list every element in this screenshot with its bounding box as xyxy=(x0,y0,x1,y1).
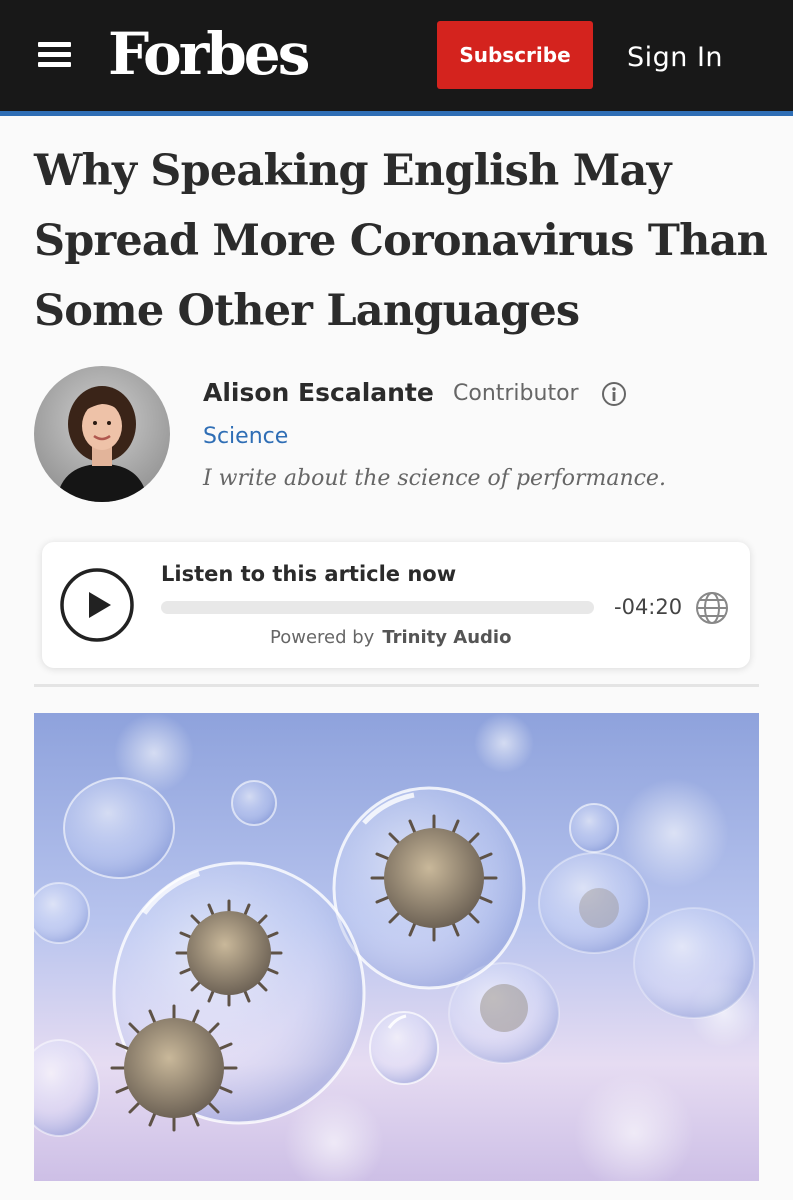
audio-progress-bar[interactable] xyxy=(161,601,594,614)
header-accent-divider xyxy=(0,111,793,116)
audio-time-remaining: -04:20 xyxy=(614,595,683,619)
section-link-science[interactable]: Science xyxy=(203,420,288,454)
play-icon[interactable] xyxy=(59,567,135,643)
headline-line: Spread More Coronavirus Than xyxy=(34,216,768,266)
top-navigation-bar: Forbes Subscribe Sign In xyxy=(0,0,793,111)
info-icon[interactable] xyxy=(601,381,627,407)
author-bio: I write about the science of performance… xyxy=(203,466,666,491)
powered-by-text: Powered by xyxy=(270,627,375,648)
sign-in-link[interactable]: Sign In xyxy=(627,38,723,78)
author-avatar[interactable] xyxy=(34,366,170,502)
forbes-logo[interactable]: Forbes xyxy=(108,18,310,90)
author-name-link[interactable]: Alison Escalante xyxy=(203,376,434,410)
globe-icon[interactable] xyxy=(695,591,729,625)
headline-line: Some Other Languages xyxy=(34,286,580,336)
subscribe-button[interactable]: Subscribe xyxy=(437,21,593,89)
powered-by-label: Powered by Trinity Audio xyxy=(270,624,511,652)
trinity-audio-link[interactable]: Trinity Audio xyxy=(382,627,511,648)
headline-line: Why Speaking English May xyxy=(34,146,672,196)
audio-title: Listen to this article now xyxy=(161,562,457,586)
hamburger-menu-icon[interactable] xyxy=(38,42,71,67)
article-hero-image xyxy=(34,713,759,1181)
audio-player-card: Listen to this article now -04:20 Powere… xyxy=(42,542,750,668)
section-divider xyxy=(34,684,759,687)
author-role-label: Contributor xyxy=(453,381,579,406)
article-headline: Why Speaking English May Spread More Cor… xyxy=(34,136,774,346)
